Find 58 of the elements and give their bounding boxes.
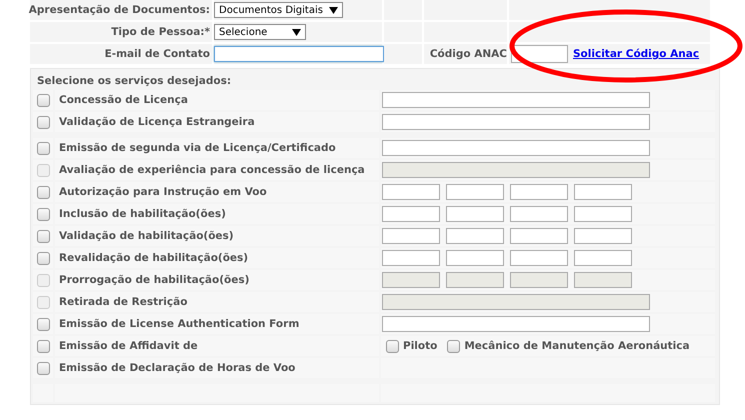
option-label: Piloto: [403, 340, 438, 352]
input-field[interactable]: [574, 184, 632, 200]
dropdown[interactable]: Selecione: [214, 24, 306, 40]
input-field[interactable]: [382, 140, 650, 156]
table-cell: [384, 44, 422, 64]
service-label: Retirada de Restrição: [59, 296, 188, 308]
input-field[interactable]: [574, 206, 632, 222]
field-label: E-mail de Contato: [104, 48, 210, 60]
service-label: Emissão de Affidavit de: [59, 340, 198, 352]
service-label: Emissão de Declaração de Horas de Voo: [59, 362, 296, 374]
service-label: Concessão de Licença: [59, 94, 188, 106]
service-label: Validação de habilitação(ões): [59, 230, 234, 242]
input-field[interactable]: [446, 250, 504, 266]
input-field[interactable]: [574, 250, 632, 266]
checkbox[interactable]: [36, 186, 50, 198]
checkbox[interactable]: [36, 94, 50, 106]
service-label: Emissão de segunda via de Licença/Certificado: [59, 142, 336, 154]
service-label: Autorização para Instrução em Voo: [59, 186, 267, 198]
checkbox[interactable]: [36, 252, 50, 264]
caret-icon: [292, 28, 301, 36]
input-field[interactable]: [446, 184, 504, 200]
field-label: Tipo de Pessoa:*: [111, 26, 210, 38]
input-field[interactable]: [382, 184, 440, 200]
service-label: Inclusão de habilitação(ões): [59, 208, 226, 220]
service-label: Revalidação de habilitação(ões): [59, 252, 248, 264]
checkbox[interactable]: [36, 318, 50, 330]
option-label: Mecânico de Manutenção Aeronáutica: [464, 340, 690, 352]
checkbox[interactable]: [36, 208, 50, 220]
input-field[interactable]: [446, 206, 504, 222]
input-field[interactable]: [382, 114, 650, 130]
input-field[interactable]: [382, 92, 650, 108]
dropdown[interactable]: Documentos Digitais: [214, 2, 343, 18]
checkbox[interactable]: [36, 116, 50, 128]
input-field[interactable]: [382, 206, 440, 222]
service-label: Validação de Licença Estrangeira: [59, 116, 255, 128]
field-label: Código ANAC: [430, 48, 507, 60]
checkbox[interactable]: [36, 142, 50, 154]
caret-icon: [328, 6, 338, 14]
field-label: Apresentação de Documentos:: [28, 4, 210, 16]
input-field[interactable]: [510, 206, 568, 222]
checkbox[interactable]: [36, 362, 50, 374]
service-label: Prorrogação de habilitação(ões): [59, 274, 250, 286]
input-field[interactable]: [214, 46, 384, 62]
checkbox[interactable]: [36, 230, 50, 242]
service-label: Avaliação de experiência para concessão de licença: [59, 164, 365, 176]
input-field[interactable]: [382, 250, 440, 266]
input-field[interactable]: [510, 228, 568, 244]
service-label: Emissão de License Authentication Form: [59, 318, 300, 330]
section-title: Selecione os serviços desejados:: [37, 75, 232, 87]
checkbox[interactable]: [36, 340, 50, 352]
input-field[interactable]: [574, 228, 632, 244]
input-field[interactable]: [510, 250, 568, 266]
checkbox[interactable]: [386, 340, 399, 352]
input-field[interactable]: [446, 228, 504, 244]
checkbox[interactable]: [447, 340, 460, 352]
input-field[interactable]: [382, 228, 440, 244]
input-field[interactable]: [510, 184, 568, 200]
input-field[interactable]: [382, 316, 650, 332]
